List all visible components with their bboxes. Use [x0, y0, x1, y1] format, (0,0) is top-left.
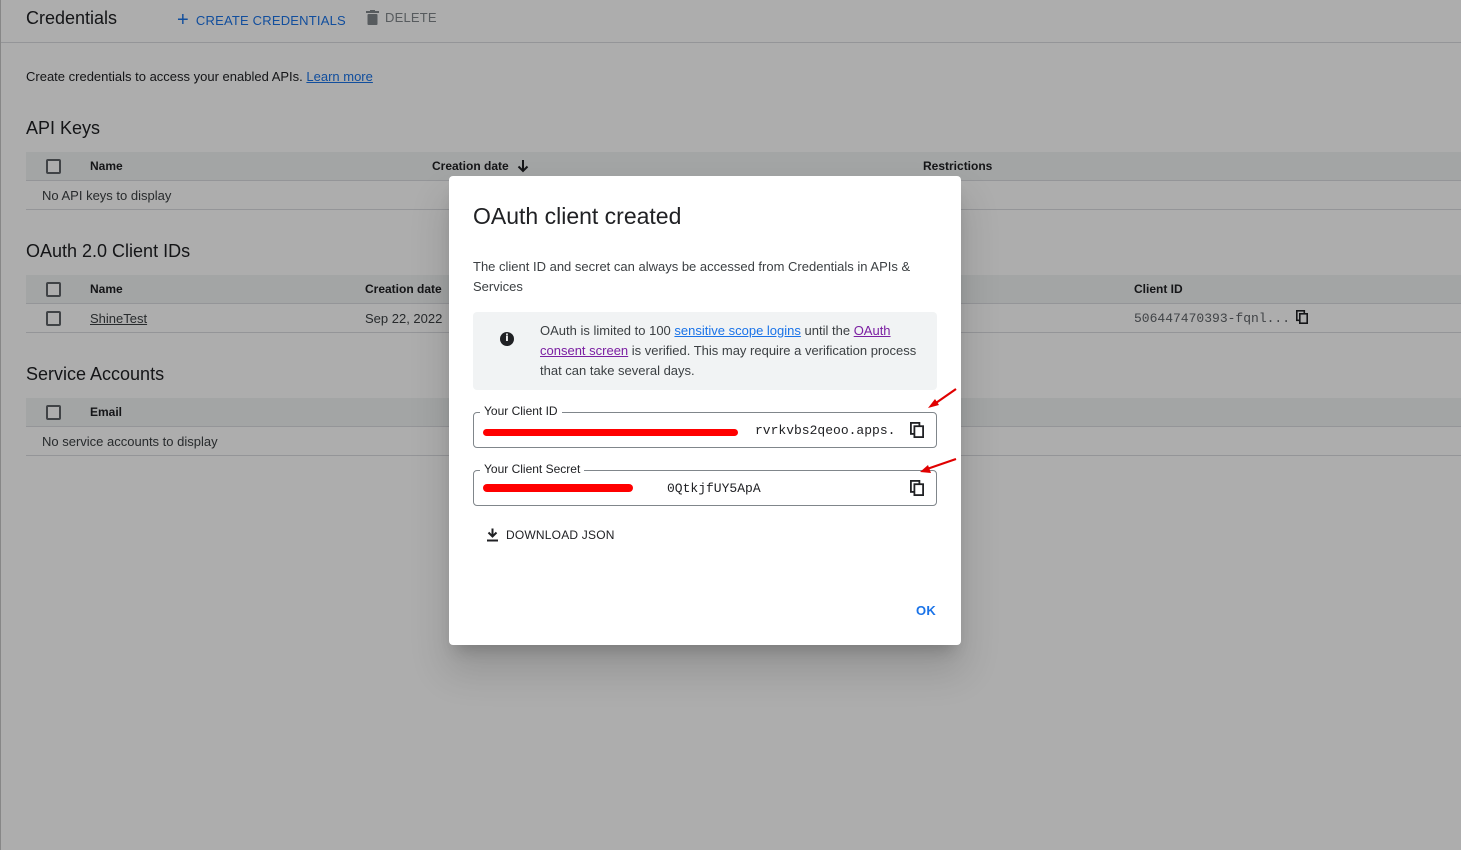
oauth-created-dialog: OAuth client created The client ID and s…: [449, 176, 961, 645]
dialog-title: OAuth client created: [473, 203, 682, 229]
download-json-button[interactable]: DOWNLOAD JSON: [486, 528, 615, 542]
copy-icon[interactable]: [910, 480, 924, 496]
notice-prefix: OAuth is limited to 100: [540, 323, 671, 338]
info-icon: i: [500, 332, 514, 346]
download-json-label: DOWNLOAD JSON: [506, 528, 615, 542]
ok-button[interactable]: OK: [916, 603, 936, 618]
client-secret-field[interactable]: Your Client Secret 0QtkjfUY5ApA: [473, 462, 937, 506]
client-secret-visible-part: 0QtkjfUY5ApA: [667, 481, 761, 496]
annotation-arrow-icon: [928, 388, 957, 408]
client-id-visible-part: rvrkvbs2qeoo.apps.gc: [755, 423, 894, 438]
dialog-description: The client ID and secret can always be a…: [473, 259, 911, 294]
notice-text: OAuth is limited to 100 sensitive scope …: [540, 321, 925, 381]
redaction-mark: [483, 484, 633, 492]
verification-notice: i OAuth is limited to 100 sensitive scop…: [473, 312, 937, 390]
client-id-field[interactable]: Your Client ID rvrkvbs2qeoo.apps.gc: [473, 404, 937, 448]
redaction-mark: [483, 429, 738, 436]
client-id-label: Your Client ID: [480, 404, 562, 418]
download-icon: [487, 528, 498, 542]
sensitive-scope-logins-link[interactable]: sensitive scope logins: [674, 323, 800, 338]
copy-icon[interactable]: [910, 422, 924, 438]
client-secret-label: Your Client Secret: [480, 462, 585, 476]
annotation-arrow-icon: [920, 457, 957, 473]
notice-middle: until the: [804, 323, 851, 338]
